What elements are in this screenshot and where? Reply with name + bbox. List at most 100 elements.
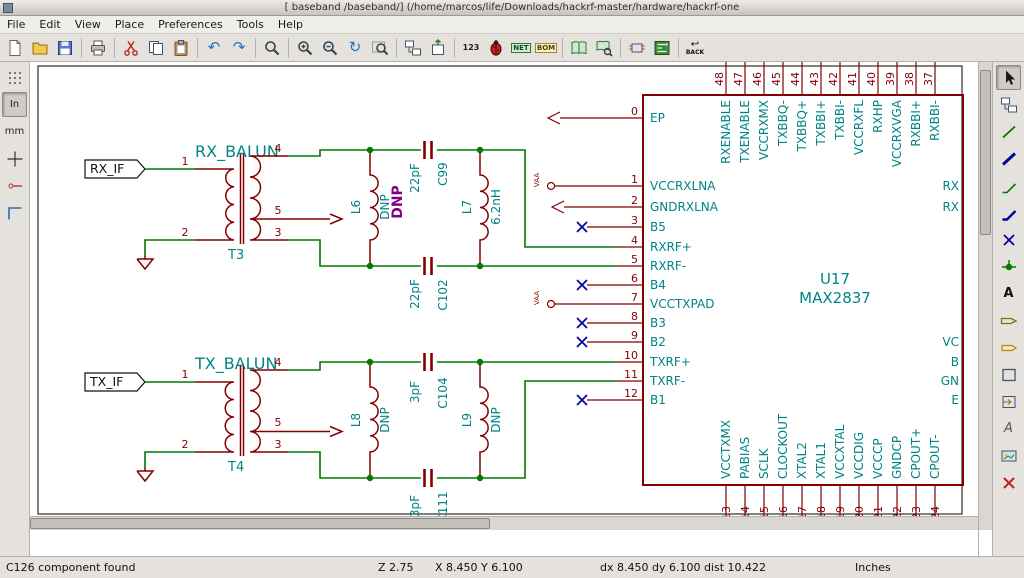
rx-if-port[interactable]: RX_IF	[85, 160, 145, 178]
save-schematic-button[interactable]	[53, 36, 77, 60]
delete-tool-button[interactable]	[996, 470, 1021, 495]
ic-u17-max2837[interactable]: VAA VAA U17 MAX2837 0 1 2 3 4 5 6 7 8	[533, 62, 963, 516]
menu-view[interactable]: View	[68, 16, 108, 33]
tx-balun-title[interactable]: TX_BALUN	[194, 354, 277, 374]
back-annotate-button[interactable]: ↩ BACK	[683, 36, 707, 60]
tx-filter-network[interactable]: L8 DNP 3pF C104 L9 DNP 3pF C111	[349, 353, 503, 516]
pin-number: 19	[834, 506, 847, 516]
text-tool-button[interactable]: A	[996, 416, 1021, 441]
no-connect-flags[interactable]	[577, 222, 587, 405]
redraw-view-button[interactable]: ↻	[343, 36, 367, 60]
menu-tools[interactable]: Tools	[230, 16, 271, 33]
leave-sheet-button[interactable]	[426, 36, 450, 60]
wire-segment[interactable]	[145, 169, 195, 467]
menu-edit[interactable]: Edit	[32, 16, 67, 33]
pin-number: 17	[796, 506, 809, 516]
sheet-pin-tool-button[interactable]	[996, 389, 1021, 414]
tx-if-port[interactable]: TX_IF	[85, 373, 145, 391]
copy-button[interactable]	[144, 36, 168, 60]
footprint-assign-button[interactable]	[625, 36, 649, 60]
global-label-tool-button[interactable]	[996, 308, 1021, 333]
grid-toggle-button[interactable]	[2, 65, 27, 90]
vertical-scrollbar-thumb[interactable]	[980, 70, 991, 235]
wire-entry-tool-button[interactable]	[996, 173, 1021, 198]
units-mm-button[interactable]: mm	[2, 119, 27, 144]
toolbar-separator	[288, 38, 289, 58]
l8-value: DNP	[378, 407, 392, 432]
cut-button[interactable]	[119, 36, 143, 60]
hierarchy-tool-button[interactable]	[996, 92, 1021, 117]
pin-number: 18	[815, 506, 828, 516]
schematic-canvas[interactable]: RX_IF TX_IF RX_BALUN TX_BALUN	[30, 62, 978, 516]
wire-tool-button[interactable]	[996, 119, 1021, 144]
title-bar[interactable]: [ baseband /baseband/] (/home/marcos/lif…	[0, 0, 1024, 16]
pin-name: TXBBI-	[833, 100, 847, 141]
pin-number: 11	[624, 368, 638, 381]
bus-entry-tool-button[interactable]	[996, 200, 1021, 225]
new-schematic-button[interactable]	[3, 36, 27, 60]
menu-place[interactable]: Place	[108, 16, 151, 33]
hidden-pins-toggle-button[interactable]	[2, 173, 27, 198]
menu-preferences[interactable]: Preferences	[151, 16, 230, 33]
select-tool-button[interactable]	[996, 65, 1021, 90]
pin-name: GNDRXLNA	[650, 200, 719, 214]
open-schematic-button[interactable]	[28, 36, 52, 60]
t4-pin4-number: 4	[275, 356, 282, 369]
bus-tool-button[interactable]	[996, 146, 1021, 171]
sheet-tool-button[interactable]	[996, 362, 1021, 387]
horizontal-scrollbar[interactable]	[30, 516, 978, 530]
rx-net-wires[interactable]	[288, 150, 615, 266]
pin-name: RXBBI-	[928, 100, 942, 141]
undo-button[interactable]: ↶	[202, 36, 226, 60]
pin-name: B5	[650, 220, 666, 234]
cursor-shape-button[interactable]	[2, 146, 27, 171]
zoom-in-button[interactable]	[293, 36, 317, 60]
menu-help[interactable]: Help	[271, 16, 310, 33]
paste-button[interactable]	[169, 36, 193, 60]
library-browser-button[interactable]	[592, 36, 616, 60]
rx-filter-network[interactable]: L6 DNP DNP 22pF C99 L7 6.2nH 22pF C102	[349, 141, 503, 311]
pin-name: SCLK	[757, 447, 771, 479]
sheet-icon	[1000, 366, 1018, 384]
horizontal-scrollbar-thumb[interactable]	[30, 518, 490, 529]
erc-button[interactable]	[484, 36, 508, 60]
bitmap-tool-button[interactable]	[996, 443, 1021, 468]
pin-name-partial: RX	[942, 200, 959, 214]
units-inches-button[interactable]: In	[2, 92, 27, 117]
menu-bar: File Edit View Place Preferences Tools H…	[0, 16, 1024, 34]
capacitor-c104	[425, 353, 432, 371]
junction-tool-button[interactable]	[996, 254, 1021, 279]
find-button[interactable]	[260, 36, 284, 60]
ground-symbols[interactable]	[137, 255, 153, 481]
pin-arrow-icon	[330, 214, 342, 224]
hierarchy-navigator-button[interactable]	[401, 36, 425, 60]
bom-button[interactable]: BOM	[534, 36, 558, 60]
hier-label-tool-button[interactable]	[996, 335, 1021, 360]
tx-net-wires[interactable]	[288, 362, 615, 478]
library-browse-icon	[595, 39, 613, 57]
c102-ref: C102	[436, 279, 450, 310]
pcb-icon	[653, 39, 671, 57]
pin-name: RXBBI+	[909, 100, 923, 147]
zoom-fit-button[interactable]	[368, 36, 392, 60]
vertical-scrollbar[interactable]	[978, 62, 992, 530]
redo-button[interactable]: ↷	[227, 36, 251, 60]
no-connect-tool-button[interactable]	[996, 227, 1021, 252]
library-editor-button[interactable]	[567, 36, 591, 60]
zoom-out-button[interactable]	[318, 36, 342, 60]
netlist-button[interactable]: NET	[509, 36, 533, 60]
l7-ref: L7	[460, 200, 474, 214]
zoom-level: Z 2.75	[378, 561, 435, 574]
pin-number: 1	[631, 173, 638, 186]
print-button[interactable]	[86, 36, 110, 60]
hv-wire-toggle-button[interactable]	[2, 200, 27, 225]
net-label-tool-button[interactable]: A	[996, 281, 1021, 306]
pin-name: GNDCP	[890, 436, 904, 479]
rx-balun-title[interactable]: RX_BALUN	[195, 142, 279, 162]
pcbnew-button[interactable]	[650, 36, 674, 60]
menu-file[interactable]: File	[0, 16, 32, 33]
pin-number: 4	[631, 234, 638, 247]
annotate-button[interactable]: 123	[459, 36, 483, 60]
power-pin-circle	[548, 183, 555, 190]
transformer-t4[interactable]: T4 1 2 4 5 3	[182, 356, 343, 475]
